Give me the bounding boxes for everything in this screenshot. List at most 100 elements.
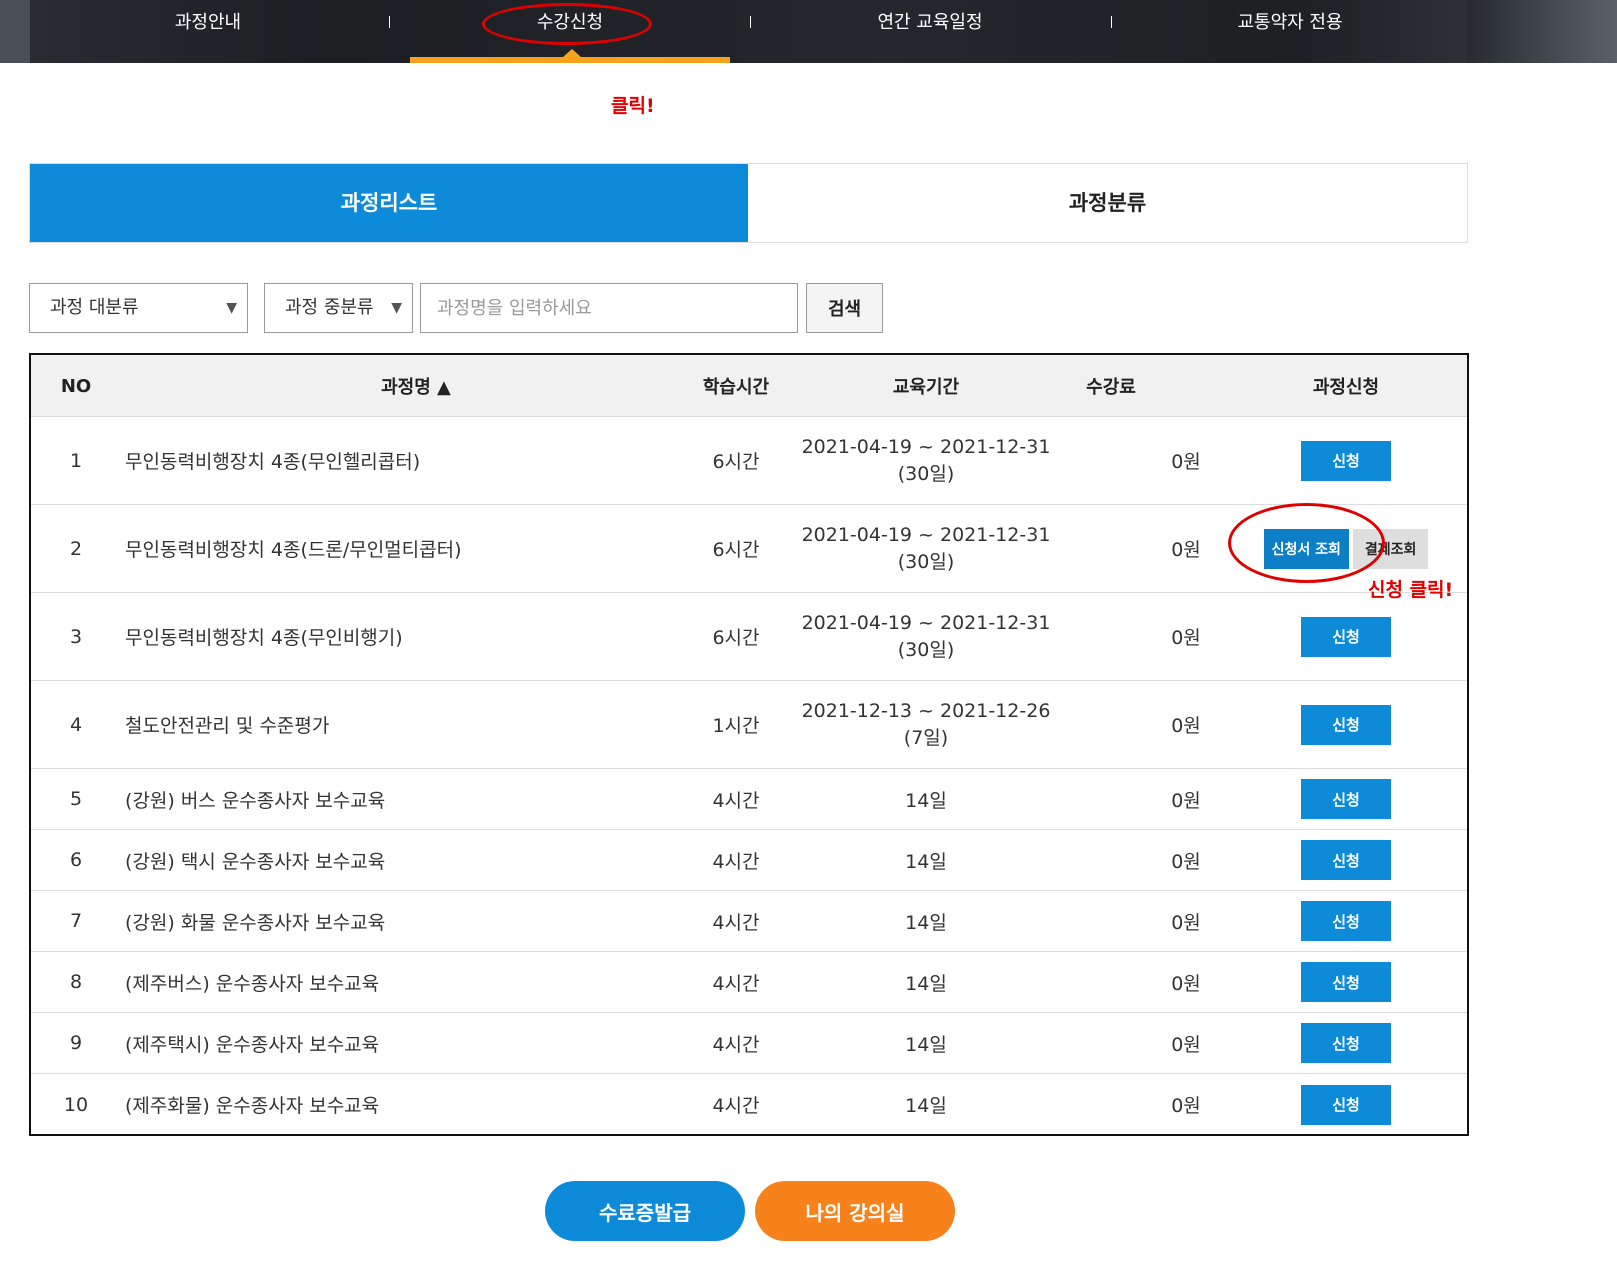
header-apply: 과정신청 (1312, 377, 1380, 398)
course-search-input[interactable] (420, 283, 798, 333)
row-number: 6 (69, 849, 83, 871)
row-period: 14일 (905, 789, 947, 812)
nav-separator (389, 16, 390, 28)
row-period: 2021-04-19 ~ 2021-12-31 (30일) (796, 593, 1056, 680)
header-fee: 수강료 (1086, 377, 1136, 398)
row-fee: 0원 (1171, 451, 1201, 473)
annotation-apply-click-label: 신청 클릭! (1368, 579, 1454, 601)
tab-course-category[interactable]: 과정분류 (748, 164, 1467, 242)
row-apply-cell: 신청 (1251, 891, 1441, 951)
row-course-name: (제주택시) 운수종사자 보수교육 (125, 1033, 380, 1056)
row-apply-cell: 신청 (1251, 681, 1441, 768)
course-tabs: 과정리스트 과정분류 (29, 163, 1468, 243)
table-row: 1 무인동력비행장치 4종(무인헬리콥터) 6시간 2021-04-19 ~ 2021… (31, 417, 1467, 505)
nav-item-accessibility[interactable]: 교통약자 전용 (1140, 0, 1440, 45)
dropdown-arrow-icon: ▼ (226, 300, 237, 316)
table-row: 4 철도안전관리 및 수준평가 1시간 2021-12-13 ~ 2021-12-26… (31, 681, 1467, 769)
apply-button[interactable]: 신청 (1301, 901, 1391, 941)
apply-button[interactable]: 신청 (1301, 779, 1391, 819)
table-row: 6 (강원) 택시 운수종사자 보수교육 4시간 14일 0원 신청 (31, 830, 1467, 891)
row-fee: 0원 (1171, 1033, 1201, 1056)
row-course-name: (강원) 화물 운수종사자 보수교육 (125, 911, 386, 934)
row-number: 3 (69, 625, 83, 648)
annotation-click-label: 클릭! (611, 95, 655, 117)
annotation-oval-view (1228, 503, 1385, 583)
row-period: 14일 (905, 850, 947, 873)
row-number: 8 (69, 971, 83, 993)
table-row: 5 (강원) 버스 운수종사자 보수교육 4시간 14일 0원 신청 (31, 769, 1467, 830)
row-course-name: (제주화물) 운수종사자 보수교육 (125, 1095, 380, 1117)
tab-course-list[interactable]: 과정리스트 (30, 164, 748, 242)
row-apply-cell: 신청 (1251, 952, 1441, 1012)
row-number: 4 (69, 713, 83, 736)
search-button[interactable]: 검색 (806, 283, 883, 333)
apply-button[interactable]: 신청 (1301, 962, 1391, 1002)
major-category-value: 과정 대분류 (50, 297, 139, 318)
row-period: 2021-12-13 ~ 2021-12-26 (7일) (796, 681, 1056, 768)
dropdown-arrow-icon: ▼ (391, 300, 402, 316)
table-row: 9 (제주택시) 운수종사자 보수교육 4시간 14일 0원 신청 (31, 1013, 1467, 1074)
row-course-name: 무인동력비행장치 4종(드론/무인멀티콥터) (125, 539, 462, 561)
nav-active-indicator (410, 57, 730, 63)
nav-background-left (0, 0, 30, 63)
row-course-name: (강원) 택시 운수종사자 보수교육 (125, 850, 386, 873)
row-period: 2021-04-19 ~ 2021-12-31 (30일) (796, 417, 1056, 504)
row-period: 14일 (905, 972, 947, 995)
row-apply-cell: 신청 (1251, 1013, 1441, 1073)
middle-category-value: 과정 중분류 (285, 297, 374, 318)
row-fee: 0원 (1171, 850, 1201, 873)
row-period-range: 2021-04-19 ~ 2021-12-31 (801, 523, 1051, 546)
row-apply-cell: 신청 (1251, 830, 1441, 890)
row-fee: 0원 (1171, 911, 1201, 934)
header-period: 교육기간 (892, 377, 960, 398)
nav-active-caret (563, 49, 581, 57)
row-period-range: 2021-12-13 ~ 2021-12-26 (801, 699, 1051, 722)
row-fee: 0원 (1171, 715, 1201, 737)
row-apply-cell: 신청 (1251, 1074, 1441, 1135)
course-table: NO 과정명 ▲ 학습시간 교육기간 수강료 과정신청 1 무인동력비행장치 4종… (29, 353, 1469, 1136)
row-period: 2021-04-19 ~ 2021-12-31 (30일) (796, 505, 1056, 592)
nav-item-annual-schedule[interactable]: 연간 교육일정 (780, 0, 1080, 45)
row-period-days: (30일) (897, 462, 955, 485)
apply-button[interactable]: 신청 (1301, 840, 1391, 880)
row-course-name: 무인동력비행장치 4종(무인헬리콥터) (125, 451, 421, 473)
row-period-range: 2021-04-19 ~ 2021-12-31 (801, 611, 1051, 634)
table-header: NO 과정명 ▲ 학습시간 교육기간 수강료 과정신청 (31, 355, 1467, 417)
table-row: 7 (강원) 화물 운수종사자 보수교육 4시간 14일 0원 신청 (31, 891, 1467, 952)
row-period-days: (7일) (903, 726, 949, 749)
row-course-name: (강원) 버스 운수종사자 보수교육 (125, 789, 386, 812)
header-course-name[interactable]: 과정명 ▲ (121, 355, 711, 417)
apply-button[interactable]: 신청 (1301, 704, 1391, 745)
apply-button[interactable]: 신청 (1301, 616, 1391, 657)
apply-button[interactable]: 신청 (1301, 1023, 1391, 1063)
apply-button[interactable]: 신청 (1301, 440, 1391, 481)
middle-category-select[interactable]: 과정 중분류 ▼ (264, 283, 413, 333)
nav-background-right (1467, 0, 1617, 63)
row-fee: 0원 (1171, 789, 1201, 812)
row-period: 14일 (905, 1033, 947, 1056)
row-fee: 0원 (1171, 627, 1201, 649)
row-apply-cell: 신청 (1251, 593, 1441, 680)
annotation-oval-nav (482, 3, 652, 45)
row-period: 14일 (905, 1095, 947, 1117)
row-course-name: 철도안전관리 및 수준평가 (125, 715, 330, 737)
top-navigation: 과정안내 수강신청 연간 교육일정 교통약자 전용 (0, 0, 1617, 63)
apply-button[interactable]: 신청 (1301, 1084, 1391, 1125)
my-classroom-button[interactable]: 나의 강의실 (755, 1181, 955, 1241)
row-fee: 0원 (1171, 1095, 1201, 1117)
nav-item-course-info[interactable]: 과정안내 (58, 0, 358, 45)
row-number: 1 (69, 449, 83, 472)
major-category-select[interactable]: 과정 대분류 ▼ (29, 283, 248, 333)
row-apply-cell: 신청 (1251, 769, 1441, 829)
certificate-button[interactable]: 수료증발급 (545, 1181, 745, 1241)
row-number: 7 (69, 910, 83, 932)
row-course-name: 무인동력비행장치 4종(무인비행기) (125, 627, 403, 649)
row-number: 10 (63, 1093, 89, 1116)
row-number: 2 (69, 537, 83, 560)
nav-separator (1111, 16, 1112, 28)
row-apply-cell: 신청 (1251, 417, 1441, 504)
table-row: 3 무인동력비행장치 4종(무인비행기) 6시간 2021-04-19 ~ 2021-… (31, 593, 1467, 681)
header-no: NO (60, 375, 92, 397)
row-period-days: (30일) (897, 550, 955, 573)
table-row: 8 (제주버스) 운수종사자 보수교육 4시간 14일 0원 신청 (31, 952, 1467, 1013)
